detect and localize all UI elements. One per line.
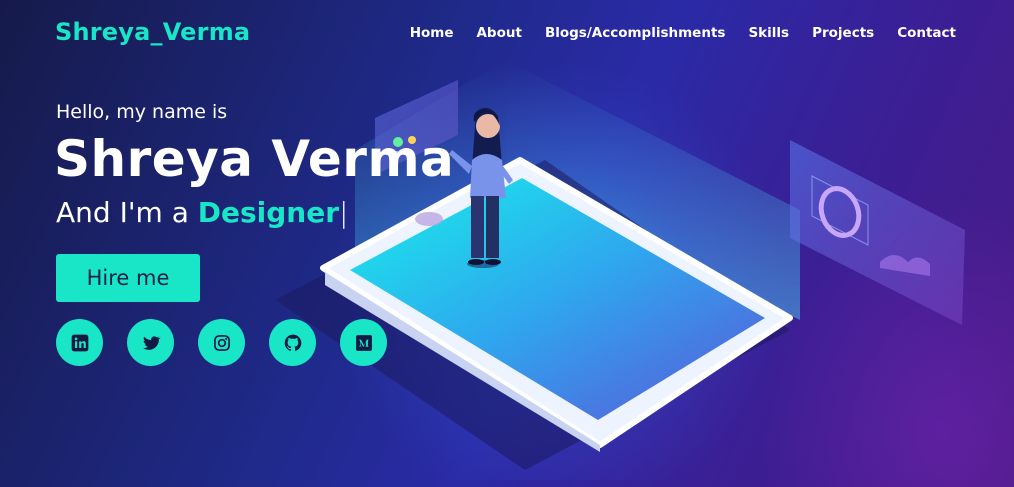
linkedin-link[interactable]	[56, 319, 103, 366]
hire-me-button[interactable]: Hire me	[56, 254, 200, 302]
nav-item-home[interactable]: Home	[410, 25, 454, 41]
github-icon	[284, 334, 301, 351]
instagram-link[interactable]	[198, 319, 245, 366]
hero-role-line: And I'm a Designer|	[56, 196, 348, 229]
main-nav: Home About Blogs/Accomplishments Skills …	[410, 25, 956, 41]
medium-link[interactable]	[340, 319, 387, 366]
site-logo[interactable]: Shreya_Verma	[55, 18, 250, 46]
nav-item-skills[interactable]: Skills	[748, 25, 789, 41]
role-prefix: And I'm a	[56, 196, 198, 229]
nav-item-about[interactable]: About	[476, 25, 521, 41]
typing-cursor: |	[339, 196, 349, 229]
nav-item-blogs-accomplishments[interactable]: Blogs/Accomplishments	[545, 25, 726, 41]
hero-illustration	[275, 60, 965, 470]
typed-role: Designer	[197, 196, 340, 229]
hero-name: Shreya Verma	[54, 130, 455, 188]
hero-page: Shreya_Verma Home About Blogs/Accomplish…	[0, 0, 1014, 487]
hero-greeting: Hello, my name is	[56, 101, 228, 123]
floating-panel-right	[790, 140, 965, 325]
tablet-camera-dot	[415, 212, 443, 226]
linkedin-icon	[71, 334, 88, 351]
twitter-icon	[142, 335, 161, 350]
social-links	[56, 319, 387, 366]
twitter-link[interactable]	[127, 319, 174, 366]
nav-item-contact[interactable]: Contact	[897, 25, 956, 41]
github-link[interactable]	[269, 319, 316, 366]
instagram-icon	[213, 334, 230, 351]
medium-icon	[355, 334, 372, 351]
nav-item-projects[interactable]: Projects	[812, 25, 874, 41]
